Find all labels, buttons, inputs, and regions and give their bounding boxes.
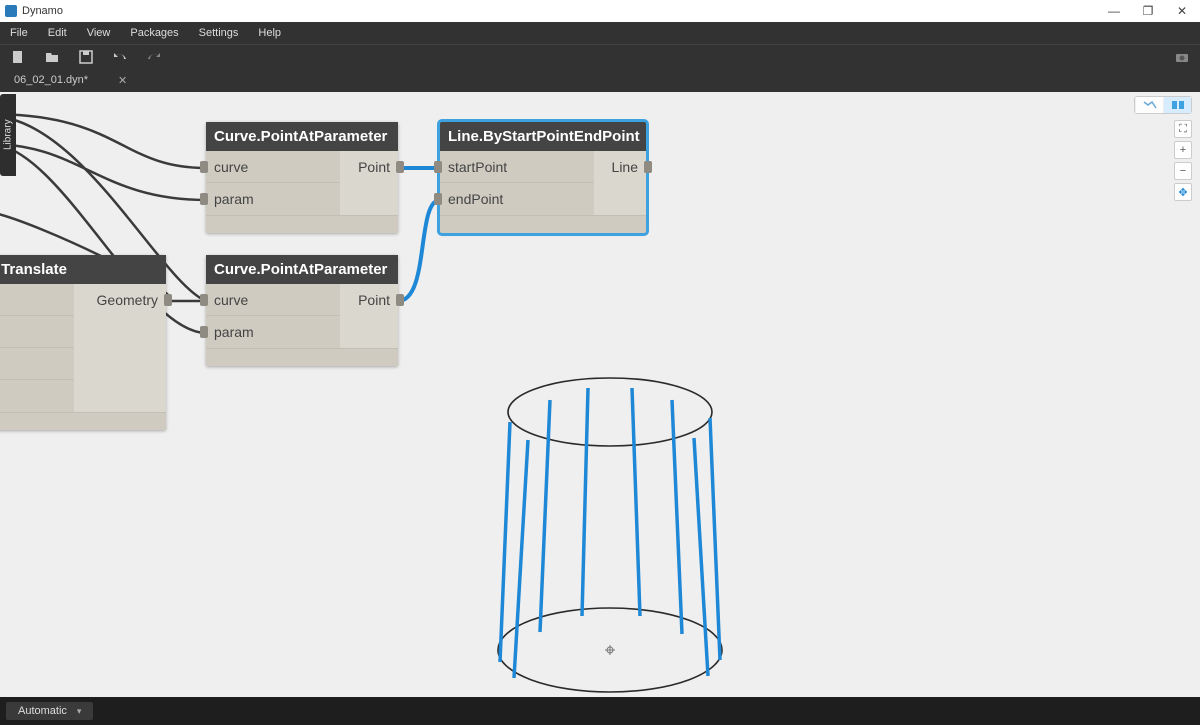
geometry-preview [470,372,750,697]
output-port-line[interactable]: Line [594,151,646,183]
save-file-icon[interactable] [78,49,94,65]
redo-icon[interactable] [146,49,162,65]
menu-help[interactable]: Help [258,27,281,39]
zoom-out-button[interactable]: − [1174,162,1192,180]
document-tab-close-icon[interactable]: ✕ [118,74,127,87]
input-port-endpoint[interactable]: endPoint [440,183,594,215]
menu-bar: File Edit View Packages Settings Help [0,22,1200,44]
maximize-button[interactable]: ❐ [1134,2,1162,20]
node-geometry-translate[interactable]: ometry.Translate y tion tion tion Geomet… [0,255,166,430]
input-port-param[interactable]: param [206,316,340,348]
input-port-startpoint[interactable]: startPoint [440,151,594,183]
camera-icon[interactable] [1174,49,1190,65]
node-footer [206,348,398,366]
menu-settings[interactable]: Settings [199,27,239,39]
run-mode-dropdown[interactable]: Automatic [6,702,93,720]
document-tab-label: 06_02_01.dyn* [14,74,88,86]
node-curve-pointatparameter-1[interactable]: Curve.PointAtParameter curve param Point [206,122,398,233]
menu-edit[interactable]: Edit [48,27,67,39]
node-footer [0,412,166,430]
input-port-param[interactable]: param [206,183,340,215]
graph-view-icon[interactable] [1135,97,1163,113]
viewport-nav-controls: ⛶ + − ✥ [1174,120,1192,201]
input-port-curve[interactable]: curve [206,284,340,316]
node-header[interactable]: ometry.Translate [0,255,166,284]
tool-bar [0,44,1200,68]
node-curve-pointatparameter-2[interactable]: Curve.PointAtParameter curve param Point [206,255,398,366]
graph-canvas[interactable]: ometry.Translate y tion tion tion Geomet… [0,92,1200,697]
zoom-fit-button[interactable]: ⛶ [1174,120,1192,138]
pan-button[interactable]: ✥ [1174,183,1192,201]
close-button[interactable]: ✕ [1168,2,1196,20]
node-footer [440,215,646,233]
node-header[interactable]: Line.ByStartPointEndPoint [440,122,646,151]
app-icon [4,4,18,18]
input-port-curve[interactable]: curve [206,151,340,183]
new-file-icon[interactable] [10,49,26,65]
node-footer [206,215,398,233]
status-bar: Automatic [0,697,1200,725]
node-line-bystartpointendpoint[interactable]: Line.ByStartPointEndPoint startPoint end… [440,122,646,233]
menu-packages[interactable]: Packages [130,27,178,39]
minimize-button[interactable]: — [1100,2,1128,20]
node-header[interactable]: Curve.PointAtParameter [206,122,398,151]
zoom-in-button[interactable]: + [1174,141,1192,159]
node-header[interactable]: Curve.PointAtParameter [206,255,398,284]
input-port[interactable]: y [0,284,74,316]
undo-icon[interactable] [112,49,128,65]
output-port-point[interactable]: Point [340,151,398,183]
menu-file[interactable]: File [10,27,28,39]
output-port-point[interactable]: Point [340,284,398,316]
document-tab[interactable]: 06_02_01.dyn* ✕ [8,71,133,90]
app-title: Dynamo [22,5,63,17]
menu-view[interactable]: View [87,27,111,39]
window-titlebar: Dynamo — ❐ ✕ [0,0,1200,22]
output-port[interactable]: Geometry [74,284,166,316]
open-file-icon[interactable] [44,49,60,65]
viewport-mode-toggle[interactable] [1134,96,1192,114]
input-port[interactable]: tion [0,316,74,348]
input-port[interactable]: tion [0,348,74,380]
library-panel-toggle[interactable]: Library [0,94,16,176]
geometry-view-icon[interactable] [1163,97,1191,113]
input-port[interactable]: tion [0,380,74,412]
document-tab-bar: 06_02_01.dyn* ✕ [0,68,1200,92]
